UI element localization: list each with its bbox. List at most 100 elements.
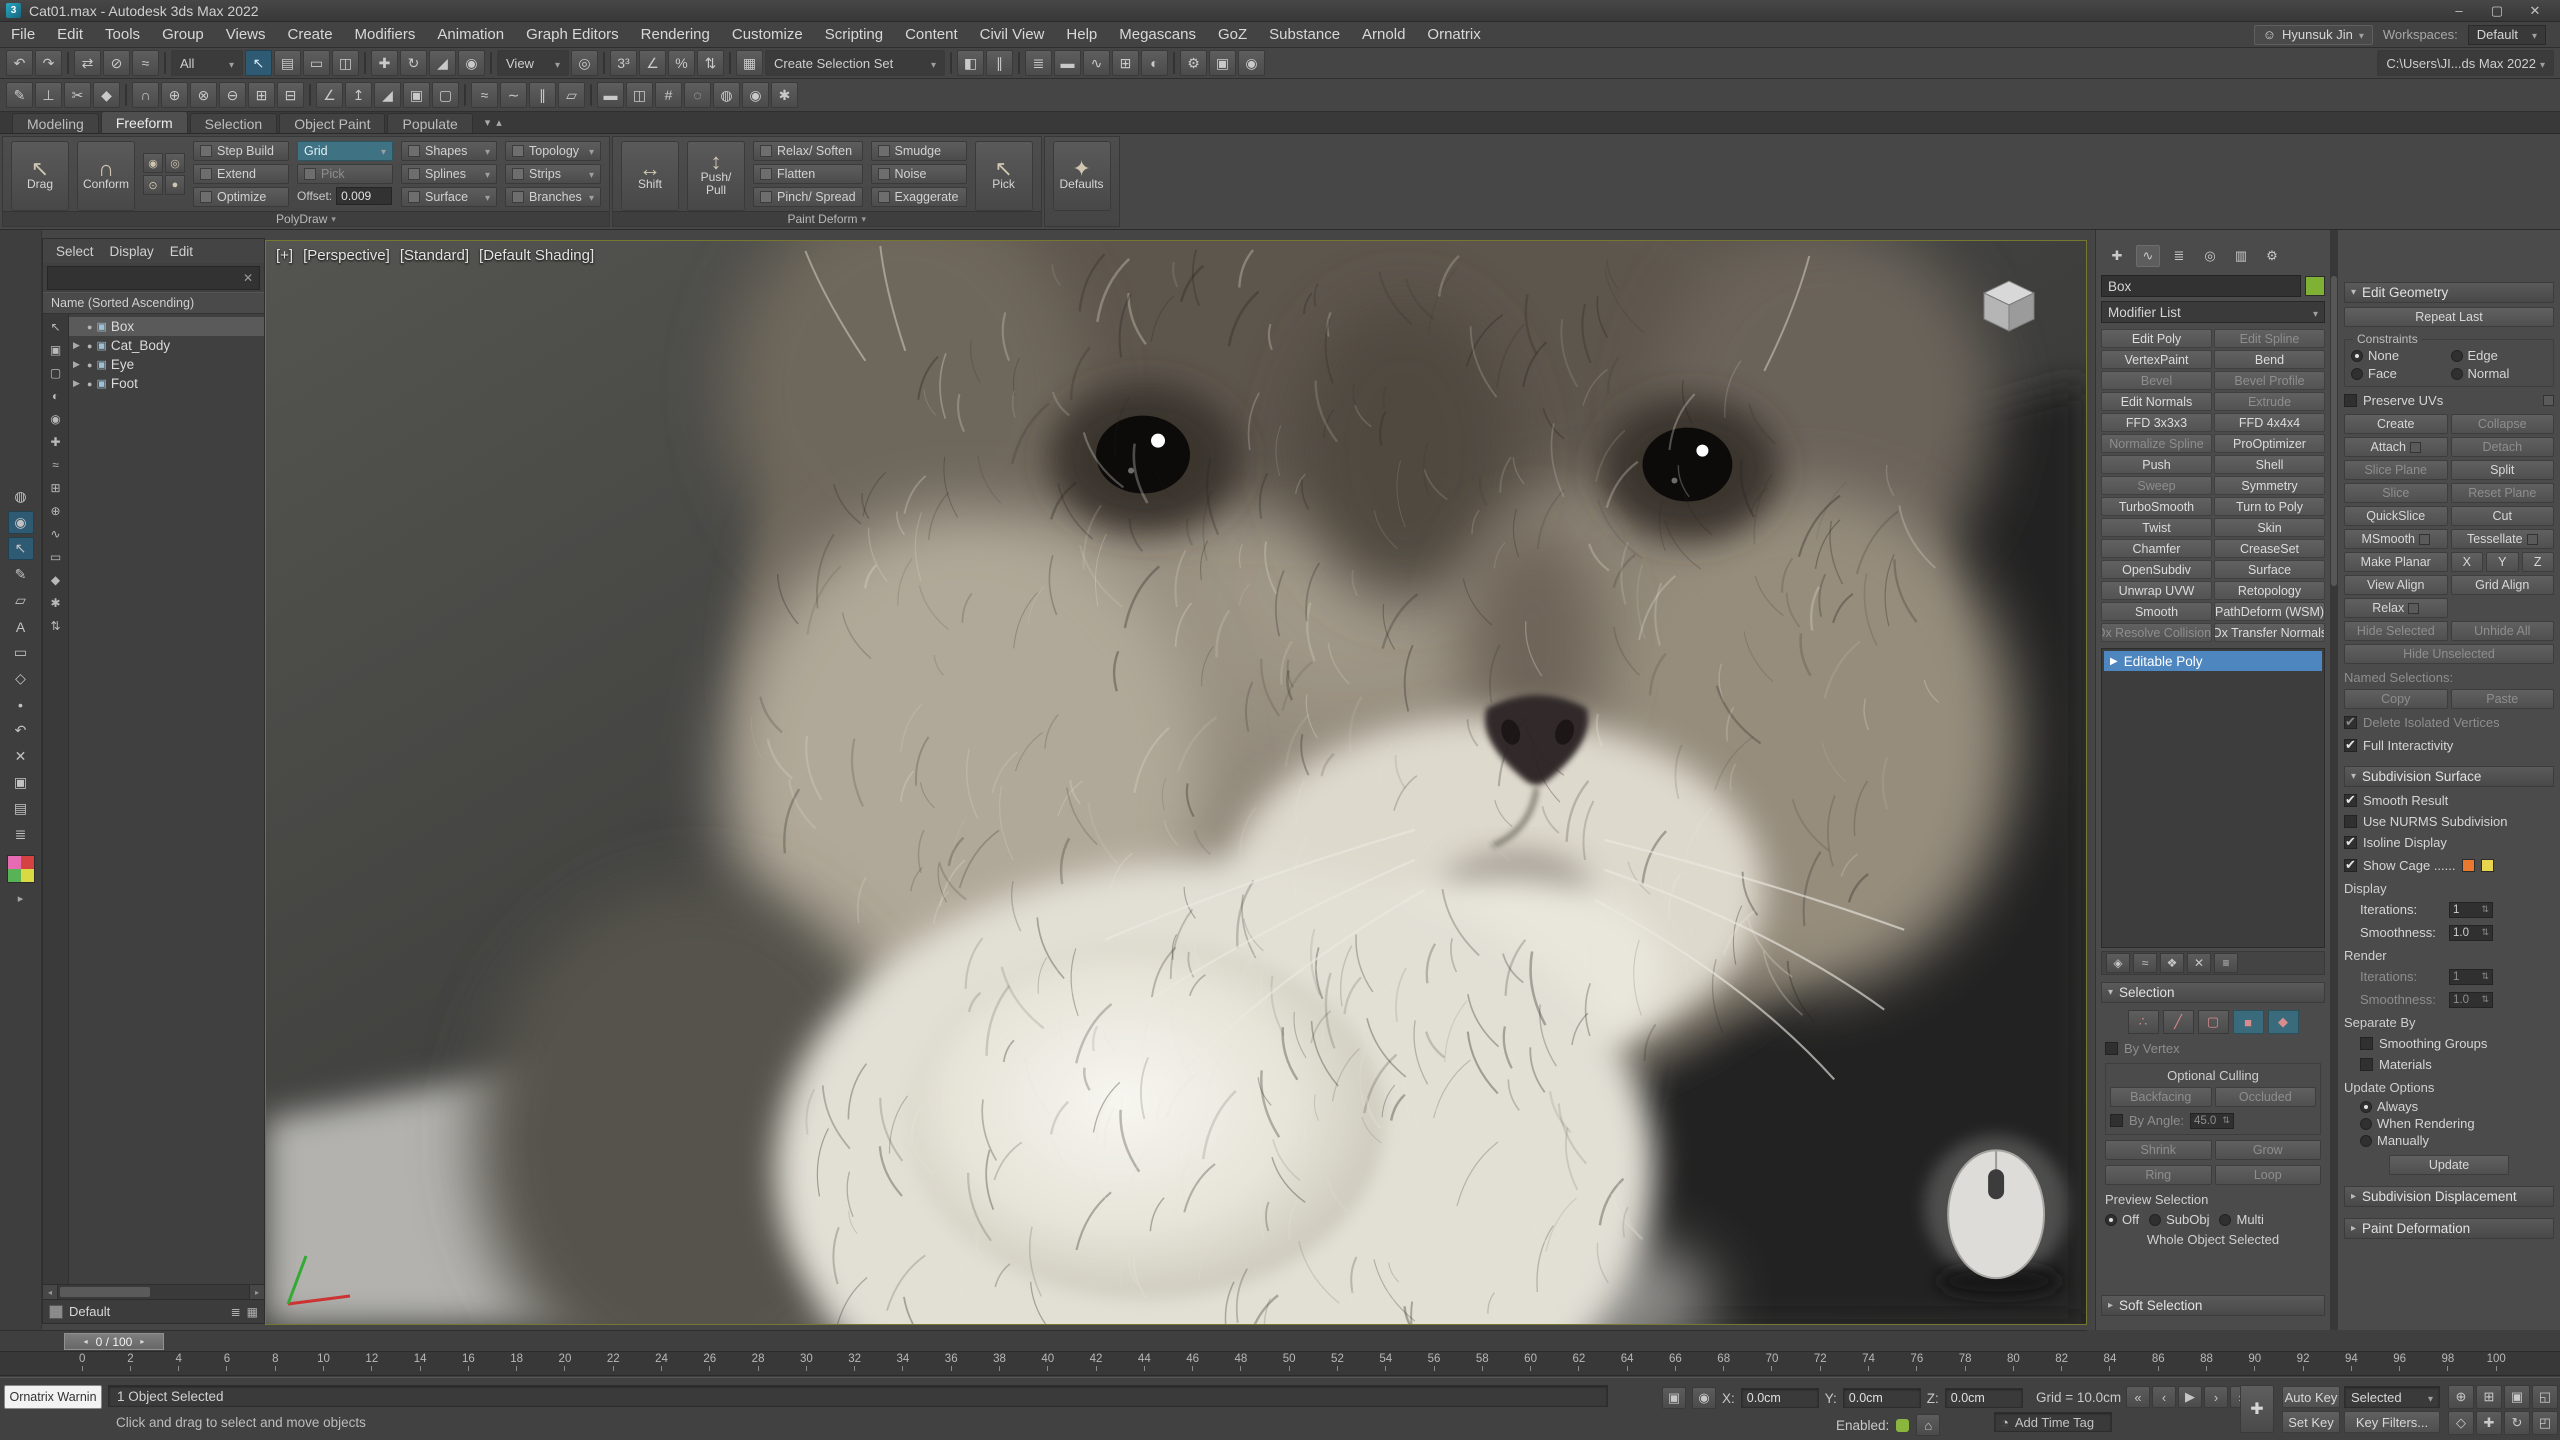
- display-iterations-field[interactable]: 1⇅: [2449, 902, 2493, 918]
- frame-tick[interactable]: 44: [1120, 1353, 1168, 1375]
- set-key-button[interactable]: Set Key: [2282, 1411, 2340, 1433]
- modifier-button[interactable]: Surface: [2214, 560, 2325, 579]
- bevel-tool-icon[interactable]: ◢: [374, 82, 401, 108]
- menu-item[interactable]: Create: [277, 22, 344, 48]
- frame-tick[interactable]: 42: [1072, 1353, 1120, 1375]
- hierarchy-tab-icon[interactable]: ≣: [2167, 245, 2191, 267]
- modifier-button[interactable]: Retopology: [2214, 581, 2325, 600]
- constraint-radio[interactable]: None: [2351, 348, 2448, 363]
- clear-search-icon[interactable]: ✕: [243, 271, 253, 285]
- make-planar-z-button[interactable]: Z: [2522, 552, 2555, 572]
- frame-tick[interactable]: 0: [58, 1353, 106, 1375]
- edit-geometry-button[interactable]: Reset Plane: [2451, 483, 2555, 503]
- strip-expand-icon[interactable]: ▸: [18, 892, 24, 905]
- cut-tool-icon[interactable]: ✂: [64, 82, 91, 108]
- next-key-icon[interactable]: ▸: [140, 1337, 144, 1346]
- extrude-tool-icon[interactable]: ↥: [345, 82, 372, 108]
- display-geometry-icon[interactable]: ▣: [45, 340, 67, 360]
- cage-color-swatch[interactable]: [2462, 859, 2475, 872]
- zoom-extents-all-icon[interactable]: ◱: [2532, 1385, 2558, 1409]
- smudge-button[interactable]: Smudge: [871, 141, 967, 161]
- menu-item[interactable]: Group: [151, 22, 215, 48]
- palette-icon[interactable]: ▤: [8, 797, 34, 820]
- frame-tick[interactable]: 50: [1265, 1353, 1313, 1375]
- scroll-thumb[interactable]: [60, 1287, 150, 1297]
- frame-tick[interactable]: 22: [589, 1353, 637, 1375]
- edge-subobject-icon[interactable]: ╱: [2163, 1010, 2194, 1034]
- modifier-button[interactable]: FFD 4x4x4: [2214, 413, 2325, 432]
- explorer-menu-item[interactable]: Display: [103, 244, 161, 259]
- curve-editor-icon[interactable]: ∿: [1083, 50, 1110, 76]
- frame-tick[interactable]: 16: [444, 1353, 492, 1375]
- ribbon-tab[interactable]: Populate: [387, 113, 472, 133]
- edit-geometry-button[interactable]: Slice: [2344, 483, 2448, 503]
- isolate-selection-icon[interactable]: ◉: [742, 82, 769, 108]
- explorer-sort-header[interactable]: Name (Sorted Ascending): [43, 292, 264, 314]
- named-selection-sets-dropdown[interactable]: Create Selection Set: [765, 50, 945, 76]
- update-option-radio[interactable]: Manually: [2360, 1133, 2554, 1148]
- relax-brush-icon[interactable]: ∼: [500, 82, 527, 108]
- menu-item[interactable]: Customize: [721, 22, 814, 48]
- select-and-scale-icon[interactable]: ◢: [429, 50, 456, 76]
- project-folder-dropdown[interactable]: C:\Users\JI...ds Max 2022: [2377, 50, 2554, 76]
- paste-button[interactable]: Paste: [2451, 689, 2555, 709]
- modifier-button[interactable]: Ox Transfer Normals: [2214, 623, 2325, 642]
- select-object-icon[interactable]: ↖: [245, 50, 272, 76]
- zoom-extents-icon[interactable]: ▣: [2504, 1385, 2530, 1409]
- display-frozen-icon[interactable]: ✱: [45, 593, 67, 613]
- ribbon-config-icon[interactable]: ▾: [485, 116, 491, 129]
- collapse-edges-icon[interactable]: ⊖: [219, 82, 246, 108]
- edit-geometry-button[interactable]: MSmooth: [2344, 529, 2448, 549]
- undo-arrow-icon[interactable]: ↶: [8, 719, 34, 742]
- color-swatch[interactable]: [8, 856, 21, 869]
- expand-arrow-icon[interactable]: ▶: [73, 359, 83, 370]
- update-option-radio[interactable]: Always: [2360, 1099, 2554, 1114]
- draw-on-mode-dropdown[interactable]: Grid: [297, 141, 393, 161]
- eye-icon[interactable]: ◉: [8, 511, 34, 534]
- modifier-button[interactable]: Skin: [2214, 518, 2325, 537]
- smooth-brush-icon[interactable]: ≈: [471, 82, 498, 108]
- frame-tick[interactable]: 56: [1410, 1353, 1458, 1375]
- culling-button[interactable]: Backfacing: [2110, 1087, 2212, 1107]
- viewport-label-segment[interactable]: [+]: [276, 247, 293, 264]
- keyboard-shortcut-override-icon[interactable]: ⌂: [1916, 1414, 1940, 1436]
- explode-icon[interactable]: ✱: [771, 82, 798, 108]
- lightbulb-icon[interactable]: ◍: [8, 485, 34, 508]
- frame-tick[interactable]: 26: [686, 1353, 734, 1375]
- time-slider-handle[interactable]: ◂ 0 / 100 ▸: [64, 1333, 164, 1350]
- zoom-all-icon[interactable]: ⊞: [2476, 1385, 2502, 1409]
- frame-tick[interactable]: 46: [1168, 1353, 1216, 1375]
- element-subobject-icon[interactable]: ◆: [2268, 1010, 2299, 1034]
- attach-list-icon[interactable]: ⊞: [248, 82, 275, 108]
- sort-icon[interactable]: ⇅: [45, 616, 67, 636]
- explorer-scrollbar[interactable]: ◂ ▸: [43, 1284, 264, 1299]
- modifier-button[interactable]: ProOptimizer: [2214, 434, 2325, 453]
- frame-tick[interactable]: 58: [1458, 1353, 1506, 1375]
- modify-tab-icon[interactable]: ∿: [2136, 245, 2160, 267]
- branches-button[interactable]: Branches: [505, 187, 601, 207]
- shape-tool-icon[interactable]: ◇: [8, 667, 34, 690]
- close-button[interactable]: ✕: [2516, 1, 2554, 21]
- menu-item[interactable]: Scripting: [814, 22, 894, 48]
- polydraw-group-label[interactable]: PolyDraw: [3, 211, 609, 226]
- frame-tick[interactable]: 6: [203, 1353, 251, 1375]
- rendered-frame-icon[interactable]: ▣: [1209, 50, 1236, 76]
- ribbon-minimize-icon[interactable]: ▴: [496, 116, 502, 129]
- angle-snap-icon[interactable]: ∠: [639, 50, 666, 76]
- spinner-snap-icon[interactable]: ⇅: [697, 50, 724, 76]
- brush-icon[interactable]: ✎: [8, 563, 34, 586]
- make-planar-x-button[interactable]: X: [2451, 552, 2484, 572]
- noise-button[interactable]: Noise: [871, 164, 967, 184]
- push-pull-tool-button[interactable]: ↕ Push/ Pull: [687, 141, 745, 211]
- delete-icon[interactable]: ✕: [8, 745, 34, 768]
- enabled-indicator[interactable]: [1896, 1419, 1909, 1432]
- by-vertex-checkbox[interactable]: [2105, 1042, 2118, 1055]
- scroll-left-icon[interactable]: ◂: [43, 1285, 58, 1299]
- search-input[interactable]: [54, 271, 237, 286]
- conform-brush-move-icon[interactable]: ⊙: [143, 175, 163, 195]
- modifier-button[interactable]: Bend: [2214, 350, 2325, 369]
- remove-modifier-icon[interactable]: ✕: [2187, 953, 2211, 973]
- dot-icon[interactable]: •: [8, 693, 34, 716]
- edit-geometry-button[interactable]: Create: [2344, 414, 2448, 434]
- flatten-button[interactable]: Flatten: [753, 164, 863, 184]
